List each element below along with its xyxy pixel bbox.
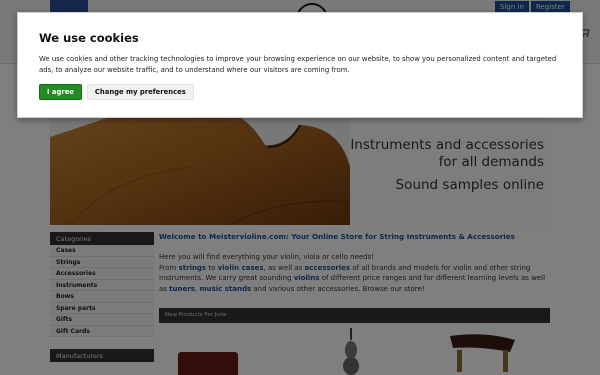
- cookie-title: We use cookies: [39, 31, 139, 45]
- change-preferences-button[interactable]: Change my preferences: [86, 84, 194, 100]
- cookie-actions: I agree Change my preferences: [39, 84, 561, 100]
- cookie-consent-dialog: We use cookies We use cookies and other …: [17, 12, 583, 118]
- agree-button[interactable]: I agree: [39, 84, 82, 100]
- cookie-description: We use cookies and other tracking techno…: [39, 55, 557, 74]
